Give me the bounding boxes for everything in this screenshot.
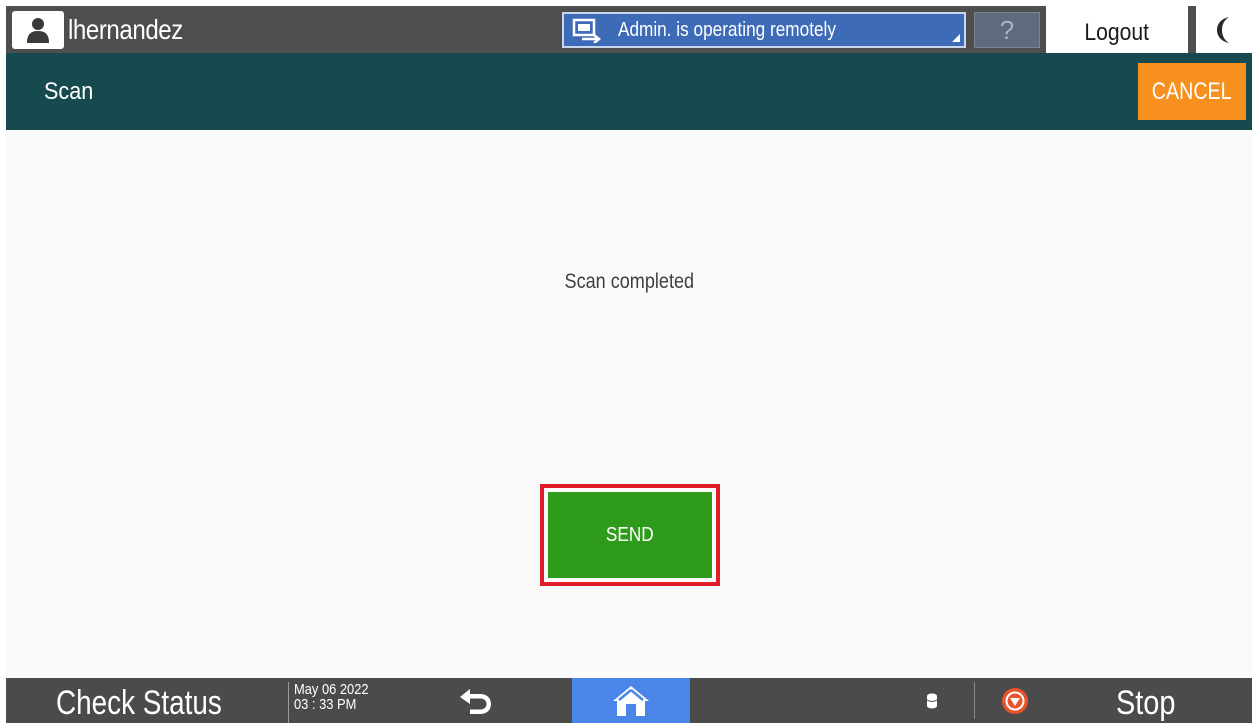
date-time: May 06 2022 03 : 33 PM: [288, 682, 404, 723]
back-button[interactable]: [446, 682, 506, 722]
home-button[interactable]: [572, 678, 690, 723]
back-arrow-icon: [460, 689, 491, 714]
user-name: lhernandez: [68, 14, 183, 45]
help-button[interactable]: ?: [974, 12, 1040, 48]
remote-operation-banner[interactable]: Admin. is operating remotely: [562, 12, 966, 48]
send-button[interactable]: SEND: [548, 492, 712, 578]
logout-button[interactable]: Logout: [1046, 6, 1188, 53]
status-message-text: Scan completed: [564, 270, 694, 293]
bottom-bar: Check Status May 06 2022 03 : 33 PM Stop: [6, 678, 1252, 723]
bar-divider: [974, 682, 975, 719]
cancel-button[interactable]: CANCEL: [1138, 63, 1246, 120]
sleep-button[interactable]: [1196, 6, 1252, 53]
time-text: 03 : 33 PM: [294, 696, 357, 713]
status-message: Scan completed: [6, 270, 1252, 294]
user-icon: [12, 11, 64, 49]
home-icon: [613, 685, 649, 716]
logout-label: Logout: [1084, 19, 1150, 46]
main-content: Scan completed SEND: [6, 130, 1252, 678]
stop-button[interactable]: Stop: [1116, 678, 1175, 723]
stop-icon[interactable]: [1000, 686, 1030, 716]
send-label: SEND: [606, 523, 654, 546]
app-header: Scan CANCEL: [6, 53, 1252, 130]
send-button-highlight: SEND: [540, 484, 720, 586]
moon-icon: [1217, 16, 1229, 43]
remote-operation-text: Admin. is operating remotely: [618, 18, 836, 41]
data-storage-icon: [922, 688, 942, 714]
check-status-button[interactable]: Check Status: [56, 678, 222, 723]
system-bar: lhernandez Admin. is operating remotely …: [6, 6, 1252, 53]
scanner-screen: lhernandez Admin. is operating remotely …: [0, 0, 1252, 723]
page-title: Scan: [44, 78, 94, 105]
remote-operation-icon: [570, 15, 604, 45]
cancel-label: CANCEL: [1152, 77, 1232, 105]
date-text: May 06 2022: [294, 681, 369, 698]
user-badge[interactable]: [12, 11, 64, 49]
expand-corner-icon: [952, 34, 960, 42]
